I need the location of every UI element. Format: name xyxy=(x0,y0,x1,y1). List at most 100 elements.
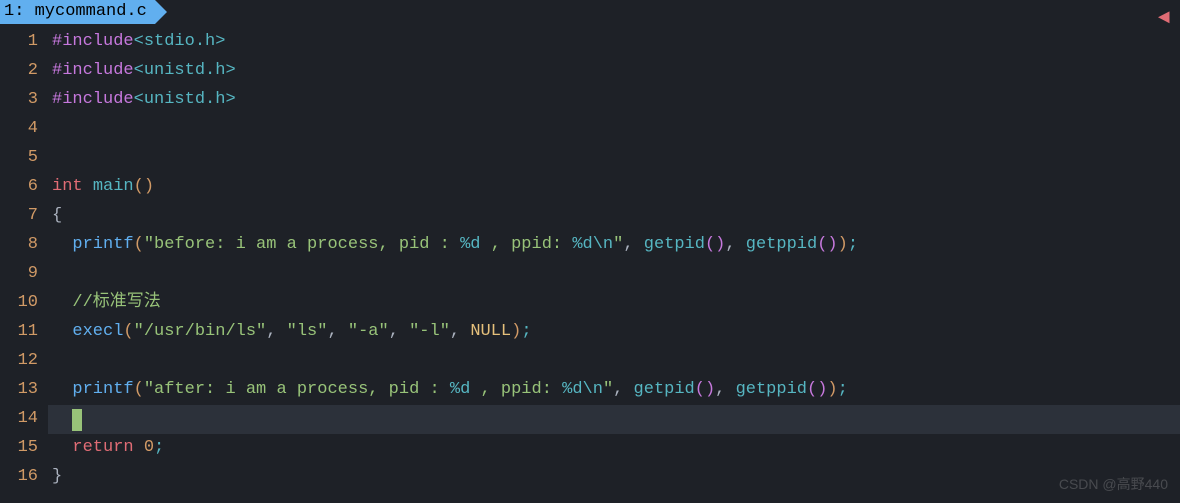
string-token: "after: i am a process, pid : xyxy=(144,376,450,405)
escape-token: \n xyxy=(593,231,613,260)
code-line[interactable]: //标准写法 xyxy=(48,289,1180,318)
file-tab[interactable]: 1: mycommand.c xyxy=(0,0,155,24)
function-call-token: getpid xyxy=(634,376,695,405)
semicolon-token: ; xyxy=(521,318,531,347)
tab-index: 1: xyxy=(4,0,24,26)
comma-token: , xyxy=(450,318,470,347)
number-token: 0 xyxy=(144,434,154,463)
line-number: 7 xyxy=(0,202,38,231)
paren-token: () xyxy=(695,376,715,405)
comma-token: , xyxy=(715,376,735,405)
escape-token: \n xyxy=(583,376,603,405)
code-line[interactable]: #include<unistd.h> xyxy=(48,86,1180,115)
line-number: 15 xyxy=(0,434,38,463)
code-line[interactable]: printf("before: i am a process, pid : %d… xyxy=(48,231,1180,260)
paren-token: () xyxy=(817,231,837,260)
brace-token: { xyxy=(52,202,62,231)
indent xyxy=(52,405,72,434)
paren-token: ( xyxy=(134,376,144,405)
function-name-token: main xyxy=(93,173,134,202)
line-number: 8 xyxy=(0,231,38,260)
preprocessor-token: #include xyxy=(52,86,134,115)
string-token: "-a" xyxy=(348,318,389,347)
string-token: , ppid: xyxy=(470,376,562,405)
comma-token: , xyxy=(623,231,643,260)
tab-filename xyxy=(24,0,34,26)
include-path-token: <unistd.h> xyxy=(134,57,236,86)
cursor-icon xyxy=(72,409,82,431)
code-line[interactable]: return 0; xyxy=(48,434,1180,463)
function-call-token: getppid xyxy=(736,376,807,405)
line-number: 5 xyxy=(0,144,38,173)
space xyxy=(134,434,144,463)
function-call-token: getpid xyxy=(644,231,705,260)
paren-token: () xyxy=(134,173,154,202)
paren-token: ) xyxy=(827,376,837,405)
string-token: , ppid: xyxy=(481,231,573,260)
code-line[interactable] xyxy=(48,144,1180,173)
watermark-text: CSDN @高野440 xyxy=(1059,473,1168,497)
type-token: int xyxy=(52,173,83,202)
code-line-current[interactable] xyxy=(48,405,1180,434)
code-line[interactable]: { xyxy=(48,202,1180,231)
indent xyxy=(52,289,72,318)
tab-filename-text: mycommand.c xyxy=(35,0,147,26)
paren-token: ( xyxy=(123,318,133,347)
paren-token: ) xyxy=(511,318,521,347)
code-content[interactable]: #include<stdio.h> #include<unistd.h> #in… xyxy=(48,28,1180,492)
paren-token: ) xyxy=(838,231,848,260)
line-number-gutter: 1 2 3 4 5 6 7 8 9 10 11 12 13 14 15 16 xyxy=(0,28,48,492)
line-number: 16 xyxy=(0,463,38,492)
keyword-token: return xyxy=(72,434,133,463)
include-path-token: <stdio.h> xyxy=(134,28,226,57)
indent xyxy=(52,318,72,347)
indent xyxy=(52,231,72,260)
string-token: " xyxy=(603,376,613,405)
indent xyxy=(52,434,72,463)
function-call-token: getppid xyxy=(746,231,817,260)
function-call-token: execl xyxy=(72,318,123,347)
code-line[interactable]: execl("/usr/bin/ls", "ls", "-a", "-l", N… xyxy=(48,318,1180,347)
paren-token: () xyxy=(807,376,827,405)
code-line[interactable]: } xyxy=(48,463,1180,492)
code-line[interactable] xyxy=(48,115,1180,144)
semicolon-token: ; xyxy=(838,376,848,405)
format-token: %d xyxy=(572,231,592,260)
line-number: 1 xyxy=(0,28,38,57)
semicolon-token: ; xyxy=(848,231,858,260)
comma-token: , xyxy=(725,231,745,260)
line-number: 3 xyxy=(0,86,38,115)
string-token: "ls" xyxy=(287,318,328,347)
indent xyxy=(52,376,72,405)
null-token: NULL xyxy=(470,318,511,347)
editor-area[interactable]: 1 2 3 4 5 6 7 8 9 10 11 12 13 14 15 16 #… xyxy=(0,24,1180,492)
brace-token: } xyxy=(52,463,62,492)
comma-token: , xyxy=(613,376,633,405)
line-number: 10 xyxy=(0,289,38,318)
preprocessor-token: #include xyxy=(52,57,134,86)
line-number: 11 xyxy=(0,318,38,347)
code-line[interactable]: #include<stdio.h> xyxy=(48,28,1180,57)
function-call-token: printf xyxy=(72,376,133,405)
code-line[interactable]: printf("after: i am a process, pid : %d … xyxy=(48,376,1180,405)
comment-token: //标准写法 xyxy=(72,289,160,318)
string-token: " xyxy=(613,231,623,260)
line-number: 9 xyxy=(0,260,38,289)
format-token: %d xyxy=(562,376,582,405)
line-number: 12 xyxy=(0,347,38,376)
space xyxy=(83,173,93,202)
line-number: 13 xyxy=(0,376,38,405)
code-line[interactable]: #include<unistd.h> xyxy=(48,57,1180,86)
function-call-token: printf xyxy=(72,231,133,260)
line-number: 4 xyxy=(0,115,38,144)
format-token: %d xyxy=(460,231,480,260)
code-line[interactable] xyxy=(48,347,1180,376)
line-number: 14 xyxy=(0,405,38,434)
semicolon-token: ; xyxy=(154,434,164,463)
paren-token: () xyxy=(705,231,725,260)
code-line[interactable] xyxy=(48,260,1180,289)
comma-token: , xyxy=(266,318,286,347)
line-number: 2 xyxy=(0,57,38,86)
comma-token: , xyxy=(327,318,347,347)
code-line[interactable]: int main() xyxy=(48,173,1180,202)
